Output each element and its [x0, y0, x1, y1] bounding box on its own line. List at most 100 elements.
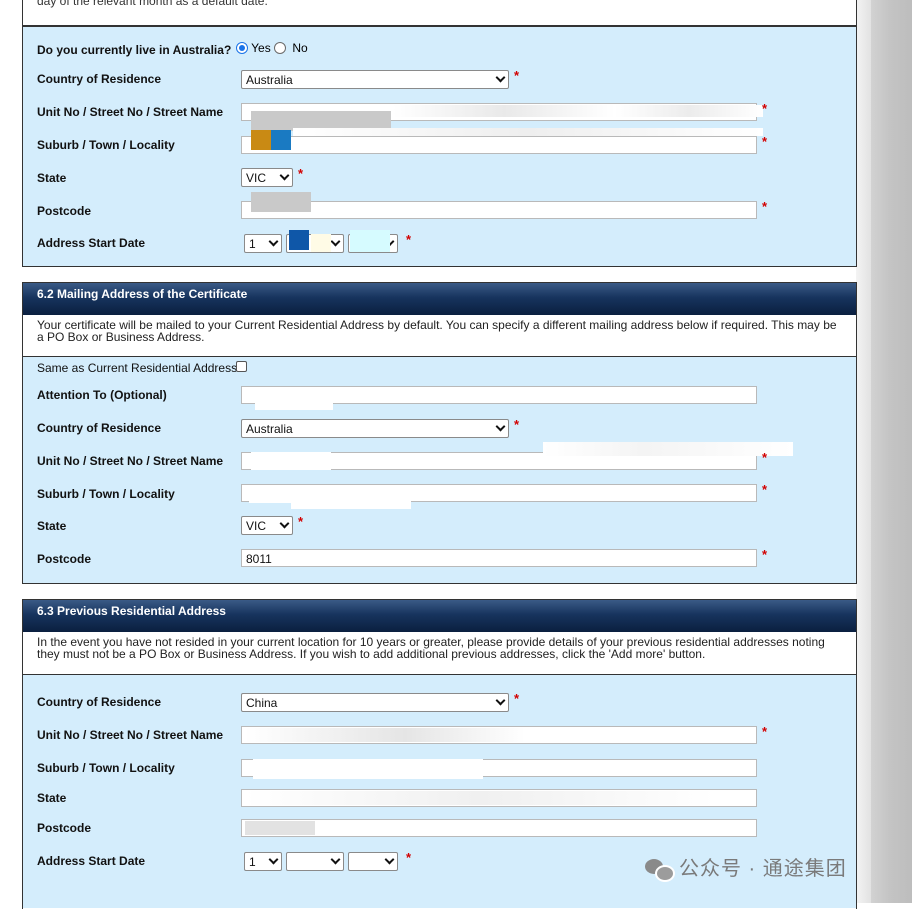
start-day-value: 1: [249, 237, 256, 251]
watermark-text: 公众号 · 通途集团: [679, 858, 847, 880]
page-scrollbar[interactable]: [871, 0, 912, 903]
previous-street-label: Unit No / Street No / Street Name: [37, 728, 224, 742]
wechat-icon: [645, 857, 675, 882]
mailing-country-select[interactable]: Australia: [241, 419, 509, 438]
required-marker: *: [514, 691, 520, 706]
required-marker: *: [514, 417, 520, 432]
redaction-block: [251, 452, 331, 470]
chevron-down-icon: [330, 236, 341, 247]
country-row: Country of Residence Australia *: [23, 68, 856, 90]
mailing-state-row: State VIC *: [23, 514, 856, 537]
redaction-block: [253, 759, 483, 779]
postcode-input[interactable]: [241, 201, 757, 219]
suburb-input[interactable]: [241, 136, 757, 154]
previous-start-year-select[interactable]: [348, 852, 398, 871]
mailing-address-panel: 6.2 Mailing Address of the Certificate Y…: [22, 282, 857, 584]
mailing-postcode-value: 8011: [246, 552, 272, 566]
previous-country-row: Country of Residence China *: [23, 691, 856, 713]
redaction-block: [350, 230, 390, 252]
previous-suburb-row: Suburb / Town / Locality: [23, 757, 856, 779]
suburb-label: Suburb / Town / Locality: [37, 138, 175, 152]
redaction-block: [393, 105, 763, 117]
chevron-down-icon: [495, 421, 506, 432]
previous-country-select[interactable]: China: [241, 693, 509, 712]
previous-state-row: State: [23, 787, 856, 809]
required-marker: *: [298, 514, 304, 529]
redaction-block: [245, 791, 715, 805]
chevron-down-icon: [495, 695, 506, 706]
previous-postcode-input[interactable]: [241, 819, 757, 837]
postcode-label: Postcode: [37, 204, 92, 218]
redaction-block: [249, 485, 293, 503]
redaction-block: [251, 192, 311, 212]
state-select[interactable]: VIC: [241, 168, 293, 187]
redaction-block: [289, 230, 309, 250]
redaction-block: [543, 442, 793, 456]
previous-postcode-row: Postcode: [23, 817, 856, 839]
start-date-row: Address Start Date 1 *: [23, 230, 856, 254]
previous-state-label: State: [37, 791, 67, 805]
redaction-block: [311, 234, 331, 252]
chevron-down-icon: [279, 518, 290, 529]
redaction-block: [245, 821, 315, 835]
attention-label: Attention To (Optional): [37, 388, 167, 402]
postcode-row: Postcode *: [23, 192, 856, 222]
previous-country-value: China: [246, 696, 278, 710]
mailing-suburb-label: Suburb / Town / Locality: [37, 487, 175, 501]
yes-label: Yes: [251, 41, 271, 55]
mailing-country-value: Australia: [246, 422, 293, 436]
required-marker: *: [514, 68, 520, 83]
redaction-block: [271, 130, 291, 150]
required-marker: *: [762, 724, 768, 739]
same-as-checkbox[interactable]: [236, 361, 247, 372]
chevron-down-icon: [268, 236, 279, 247]
redaction-block: [255, 390, 333, 410]
mailing-state-value: VIC: [246, 519, 267, 533]
start-day-select[interactable]: 1: [244, 234, 282, 253]
country-select[interactable]: Australia: [241, 70, 509, 89]
live-in-australia-label: Do you currently live in Australia?: [37, 43, 232, 57]
redaction-block: [245, 728, 645, 742]
chevron-down-icon: [330, 854, 341, 865]
required-marker: *: [298, 166, 304, 181]
chevron-down-icon: [279, 170, 290, 181]
mailing-section-title: 6.2 Mailing Address of the Certificate: [23, 283, 856, 315]
mailing-state-select[interactable]: VIC: [241, 516, 293, 535]
residential-address-panel: Do you currently live in Australia? Yes …: [22, 26, 857, 267]
required-marker: *: [406, 850, 412, 865]
state-label: State: [37, 171, 67, 185]
yes-radio[interactable]: [236, 42, 248, 54]
previous-section-title: 6.3 Previous Residential Address: [23, 600, 856, 632]
street-label: Unit No / Street No / Street Name: [37, 105, 224, 119]
street-row: Unit No / Street No / Street Name *: [23, 101, 856, 131]
required-marker: *: [762, 547, 768, 562]
same-as-label: Same as Current Residential Address: [37, 361, 238, 375]
previous-start-month-select[interactable]: [286, 852, 344, 871]
mailing-street-label: Unit No / Street No / Street Name: [37, 454, 224, 468]
required-marker: *: [762, 134, 768, 149]
mailing-suburb-row: Suburb / Town / Locality *: [23, 482, 856, 509]
mailing-postcode-input[interactable]: 8011: [241, 549, 757, 567]
no-label: No: [292, 41, 308, 55]
live-in-australia-row: Do you currently live in Australia? Yes …: [23, 39, 856, 61]
required-marker: *: [406, 232, 412, 247]
same-as-row: Same as Current Residential Address: [23, 357, 856, 379]
suburb-row: Suburb / Town / Locality *: [23, 128, 856, 156]
redaction-block: [251, 130, 271, 150]
no-radio[interactable]: [274, 42, 287, 54]
previous-section-tail: day of the relevant month as a default d…: [22, 0, 857, 26]
start-date-label: Address Start Date: [37, 236, 146, 250]
mailing-state-label: State: [37, 519, 67, 533]
chevron-down-icon: [495, 72, 506, 83]
mailing-country-label: Country of Residence: [37, 421, 162, 435]
redaction-block: [293, 128, 763, 136]
required-marker: *: [762, 482, 768, 497]
mailing-postcode-row: Postcode 8011 *: [23, 547, 856, 570]
default-date-note: day of the relevant month as a default d…: [37, 0, 268, 8]
mailing-postcode-label: Postcode: [37, 552, 92, 566]
previous-start-day-select[interactable]: 1: [244, 852, 282, 871]
chevron-down-icon: [268, 854, 279, 865]
required-marker: *: [762, 199, 768, 214]
state-row: State VIC *: [23, 166, 856, 189]
country-label: Country of Residence: [37, 72, 162, 86]
